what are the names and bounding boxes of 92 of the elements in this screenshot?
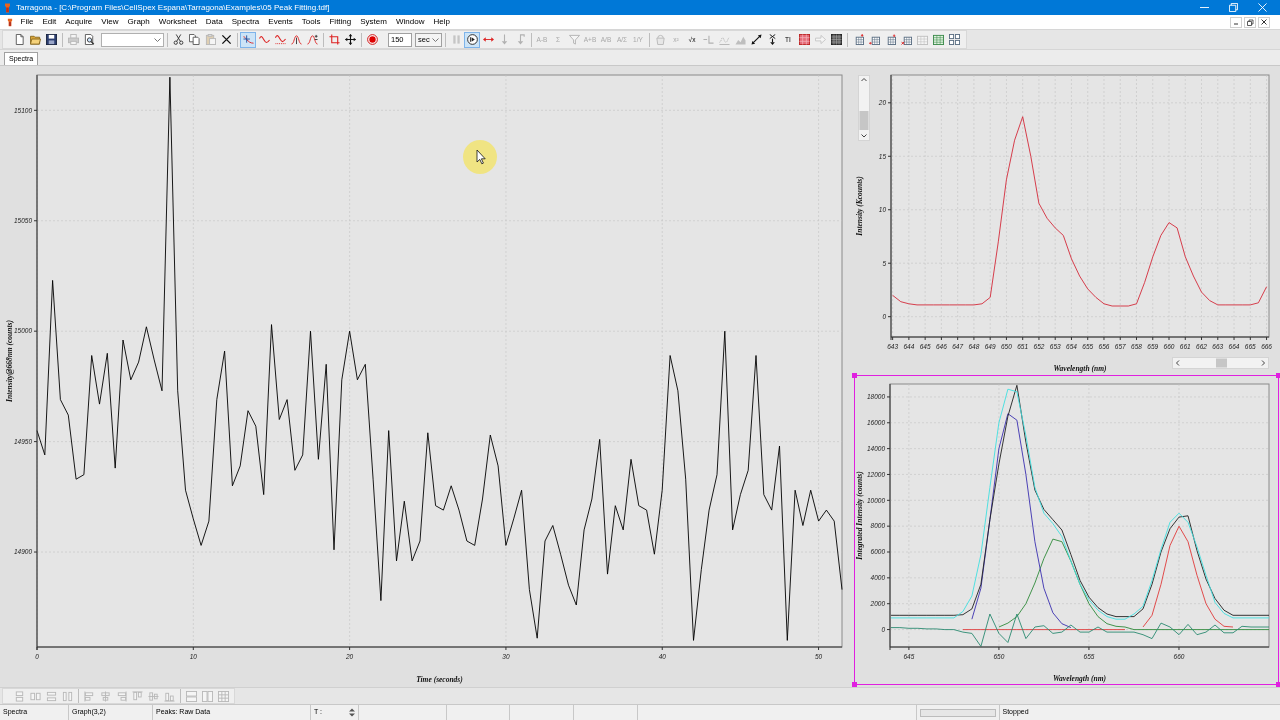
scroll-down-icon[interactable]: [861, 134, 867, 138]
spreadsheet-icon: [932, 34, 944, 45]
move-arrows-icon: [344, 34, 356, 45]
wave-icon: [258, 34, 270, 45]
caret-icon: [432, 37, 439, 42]
new-document-icon: [13, 34, 25, 45]
close-icon: [1260, 18, 1268, 26]
play-circle-icon: [466, 34, 478, 45]
copy-pages-icon: [188, 34, 200, 45]
resize-handle-icon[interactable]: [1276, 682, 1280, 687]
stacked-boxes-icon: [13, 690, 25, 702]
table-cross-icon: [900, 34, 912, 45]
menu-item[interactable]: Spectra: [227, 15, 264, 29]
toolbar-button[interactable]: [828, 31, 844, 48]
scroll-up-icon[interactable]: [861, 78, 867, 82]
vertical-scrollbar[interactable]: [858, 75, 870, 141]
app-icon: [7, 17, 13, 27]
area-chart-icon: [734, 34, 746, 45]
resize-handle-icon[interactable]: [852, 373, 857, 378]
arrow-outline-icon: [814, 34, 826, 45]
double-arrow-icon: [482, 34, 494, 45]
align-top-icon: [131, 690, 143, 702]
restore-icon: [1246, 18, 1254, 26]
record-icon: [366, 34, 378, 45]
window-title: Tarragona - [C:\Program Files\CellSpex Espana\Tarragona\Examples\05 Peak Fitting.tdf]: [16, 2, 330, 14]
scroll-left-icon[interactable]: [1176, 360, 1180, 366]
menu-item[interactable]: View: [96, 15, 123, 29]
pause-icon: [450, 34, 462, 45]
clipboard-icon: [204, 34, 216, 45]
mouse-pointer-icon: [462, 139, 498, 175]
scroll-right-icon[interactable]: [1261, 360, 1265, 366]
menu-item[interactable]: File: [16, 15, 38, 29]
child-restore-button[interactable]: [1244, 16, 1256, 28]
printer-icon: [67, 34, 79, 45]
align-right-icon: [115, 690, 127, 702]
align-center-icon: [99, 690, 111, 702]
resize-handle-icon[interactable]: [1276, 373, 1280, 378]
caret-icon: [154, 37, 161, 42]
menu-item[interactable]: Worksheet: [154, 15, 202, 29]
menu-item[interactable]: Fitting: [325, 15, 356, 29]
scrollbar-thumb[interactable]: [859, 111, 869, 130]
baseline-icon: [702, 34, 714, 45]
folder-icon: [29, 34, 41, 45]
menu-item[interactable]: Tools: [297, 15, 325, 29]
app-icon: [4, 2, 11, 13]
menu-item[interactable]: Help: [428, 15, 455, 29]
menu-item[interactable]: Data: [201, 15, 228, 29]
dense-grid-icon: [830, 34, 842, 45]
table-icon: [916, 34, 928, 45]
resize-handle-icon[interactable]: [852, 682, 857, 687]
toolbar-button[interactable]: [170, 31, 186, 48]
funnel-icon: [568, 34, 580, 45]
side-boxes-icon: [29, 690, 41, 702]
same-height-icon: [61, 690, 73, 702]
page-magnifier-icon: [83, 34, 95, 45]
peak-marker-icon: [290, 34, 302, 45]
grid-icon: [798, 34, 810, 45]
dashed-peaks-icon: [718, 34, 730, 45]
peak-range-icon: [306, 34, 318, 45]
same-width-icon: [45, 690, 57, 702]
dropdown-field[interactable]: [101, 32, 164, 47]
toolbar-button[interactable]: [464, 31, 480, 48]
menu-item[interactable]: Graph: [123, 15, 155, 29]
tile-columns-icon: [201, 690, 213, 702]
curve-crosshair-icon: [242, 34, 254, 45]
menu-item[interactable]: Acquire: [60, 15, 97, 29]
close-icon: [1258, 3, 1267, 12]
table-marker-icon: [868, 34, 880, 45]
align-middle-icon: [147, 690, 159, 702]
menu-item[interactable]: Edit: [37, 15, 61, 29]
menu-item[interactable]: Events: [263, 15, 298, 29]
cross-icon: [220, 34, 232, 45]
tile-rows-icon: [185, 690, 197, 702]
scrollbar-thumb[interactable]: [1216, 358, 1227, 368]
child-close-button[interactable]: [1258, 16, 1270, 28]
axes-icon: [328, 34, 340, 45]
tiles-icon: [948, 34, 960, 45]
toolbar-button[interactable]: [43, 31, 59, 48]
tile-grid-icon: [217, 690, 229, 702]
wave-baseline-icon: [274, 34, 286, 45]
menu-item[interactable]: Window: [391, 15, 429, 29]
diagonal-arrow-icon: [750, 34, 762, 45]
horizontal-scrollbar[interactable]: [1172, 357, 1269, 369]
scissors-icon: [172, 34, 184, 45]
align-left-icon: [83, 690, 95, 702]
align-bottom-icon: [163, 690, 175, 702]
spin-arrows-icon[interactable]: [349, 708, 355, 717]
toolbar-button[interactable]: [342, 31, 358, 48]
menu-item[interactable]: System: [355, 15, 392, 29]
restore-icon: [1229, 3, 1238, 12]
toolbar-button[interactable]: [748, 31, 764, 48]
bucket-icon: [654, 34, 666, 45]
